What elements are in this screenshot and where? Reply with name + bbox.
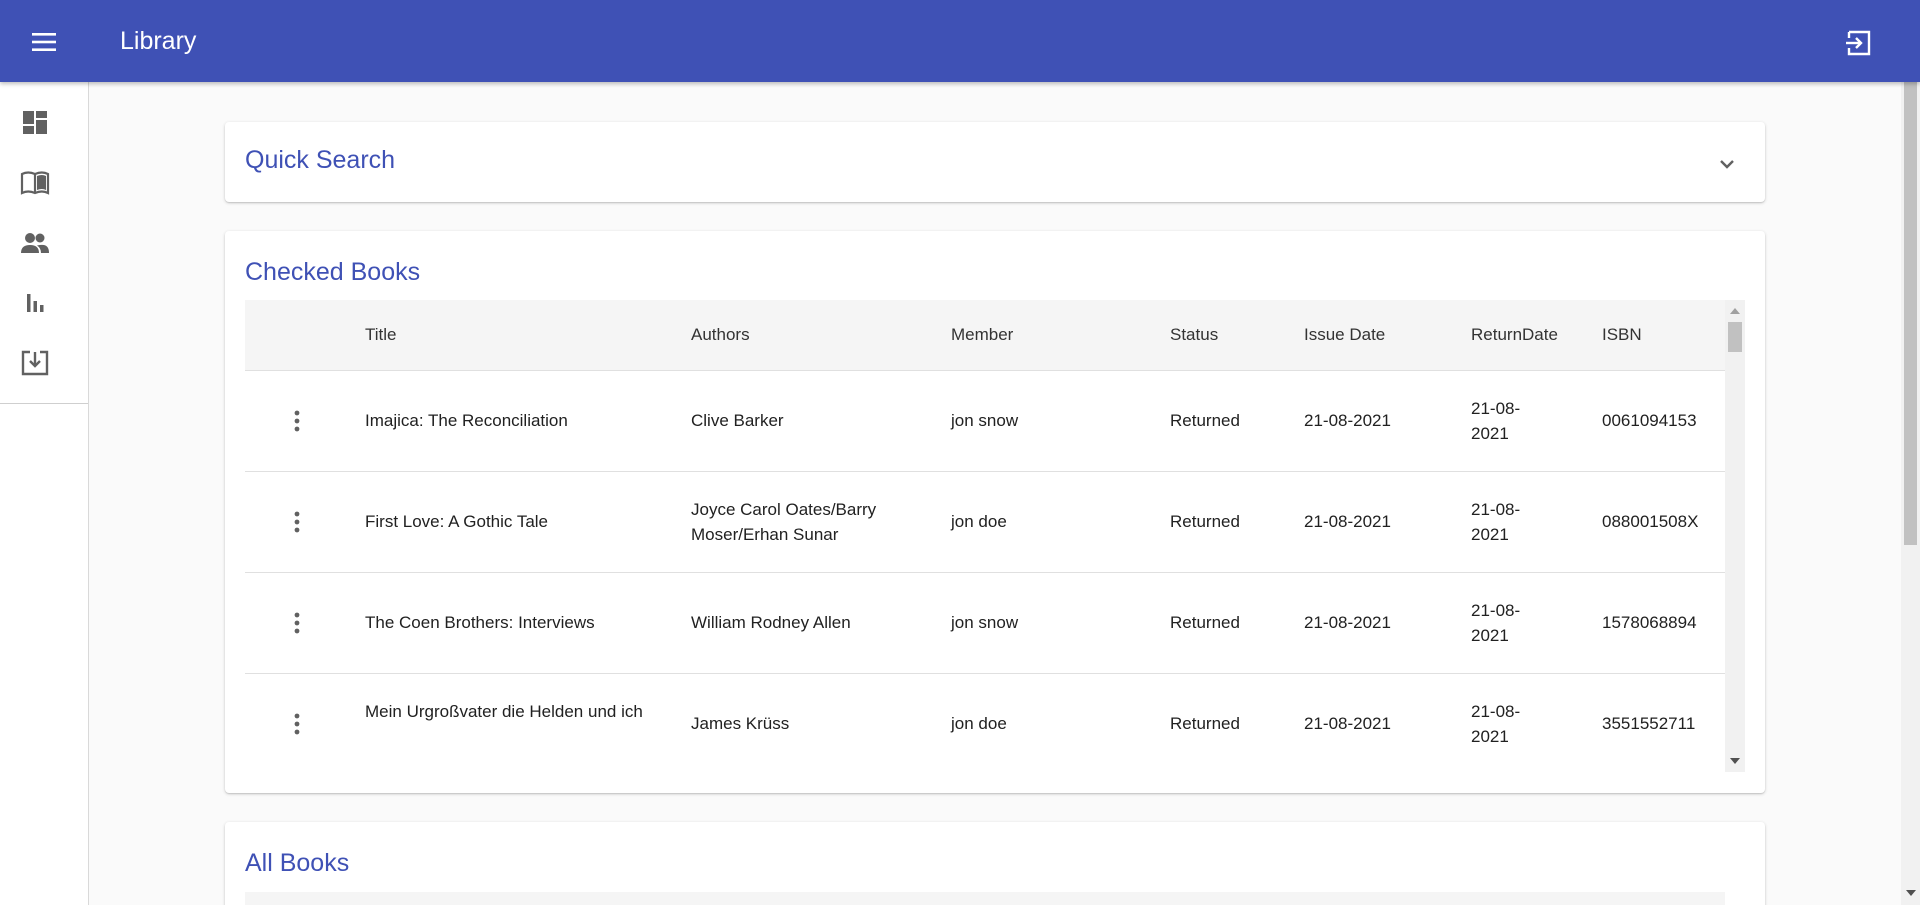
checked-books-card: Checked Books Title Authors Member Statu… [225,231,1765,793]
cell-isbn: 1578068894 [1602,613,1697,632]
sidebar-item-books[interactable] [20,168,50,198]
logout-icon[interactable] [1844,28,1874,58]
scrollbar-thumb[interactable] [1728,322,1742,352]
column-header-issue-date[interactable]: Issue Date [1304,325,1385,345]
column-header-authors[interactable]: Authors [691,325,750,345]
sidebar-item-import[interactable] [20,348,50,378]
dashboard-icon [23,111,47,134]
page-scrollbar[interactable] [1901,82,1920,905]
more-vert-icon[interactable] [285,509,309,535]
checked-books-title: Checked Books [245,258,421,286]
sidebar-nav [0,82,88,404]
cell-authors: William Rodney Allen [691,613,851,632]
app-bar: Library [0,0,1920,82]
table-row: First Love: A Gothic Tale Joyce Carol Oa… [245,472,1725,573]
cell-title: The Coen Brothers: Interviews [365,613,595,632]
page-scroll-down-icon[interactable] [1906,890,1916,896]
book-icon [20,171,50,195]
cell-issue-date: 21-08-2021 [1304,411,1391,430]
cell-member: jon snow [951,411,1019,430]
cell-member: jon doe [951,512,1007,531]
cell-title: Mein Urgroßvater die Helden und ich [365,702,643,721]
scroll-down-icon[interactable] [1730,758,1740,764]
cell-status: Returned [1170,411,1240,430]
all-books-card: All Books [225,822,1765,905]
column-header-member[interactable]: Member [951,325,1013,345]
sidebar-item-dashboard[interactable] [20,108,50,138]
cell-authors: Clive Barker [691,411,784,430]
bar-chart-icon [27,294,44,312]
sidebar-item-reports[interactable] [20,288,50,318]
cell-return-date: 21-08-2021 [1471,601,1521,645]
quick-search-title[interactable]: Quick Search [245,146,395,175]
cell-isbn: 0061094153 [1602,411,1697,430]
cell-return-date: 21-08-2021 [1471,399,1521,443]
cell-title: First Love: A Gothic Tale [365,512,548,531]
more-vert-icon[interactable] [285,711,309,737]
all-books-table-header [245,892,1725,905]
cell-return-date: 21-08-2021 [1471,702,1521,746]
chevron-down-icon[interactable] [1715,152,1739,176]
cell-issue-date: 21-08-2021 [1304,512,1391,531]
people-icon [21,233,49,253]
cell-member: jon doe [951,714,1007,733]
scroll-up-icon[interactable] [1730,308,1740,314]
cell-issue-date: 21-08-2021 [1304,613,1391,632]
table-header: Title Authors Member Status Issue Date R… [245,300,1725,371]
main-content: Quick Search Checked Books Title Authors… [89,82,1901,905]
download-icon [21,350,49,376]
table-scrollbar[interactable] [1725,300,1745,772]
cell-status: Returned [1170,613,1240,632]
cell-isbn: 3551552711 [1602,714,1696,733]
cell-authors: James Krüss [691,714,790,733]
cell-title: Imajica: The Reconciliation [365,411,568,430]
cell-isbn: 088001508X [1602,512,1699,531]
checked-books-table: Title Authors Member Status Issue Date R… [245,300,1745,772]
sidebar [0,82,89,905]
cell-authors: Joyce Carol Oates/Barry Moser/Erhan Suna… [691,500,877,544]
all-books-title: All Books [245,849,350,877]
page-scrollbar-thumb[interactable] [1904,82,1917,545]
column-header-title[interactable]: Title [365,325,397,345]
cell-return-date: 21-08-2021 [1471,500,1521,544]
cell-issue-date: 21-08-2021 [1304,714,1391,733]
sidebar-item-members[interactable] [20,228,50,258]
more-vert-icon[interactable] [285,610,309,636]
menu-icon[interactable] [28,28,60,56]
cell-status: Returned [1170,714,1240,733]
more-vert-icon[interactable] [285,408,309,434]
app-title: Library [120,27,197,55]
cell-status: Returned [1170,512,1240,531]
column-header-status[interactable]: Status [1170,325,1218,345]
table-row: The Coen Brothers: Interviews William Ro… [245,573,1725,674]
cell-member: jon snow [951,613,1019,632]
quick-search-panel[interactable]: Quick Search [225,122,1765,202]
table-row: Imajica: The Reconciliation Clive Barker… [245,371,1725,472]
column-header-isbn[interactable]: ISBN [1602,325,1642,345]
column-header-return-date[interactable]: ReturnDate [1471,325,1558,345]
table-row: Mein Urgroßvater die Helden und ich Jame… [245,674,1725,772]
